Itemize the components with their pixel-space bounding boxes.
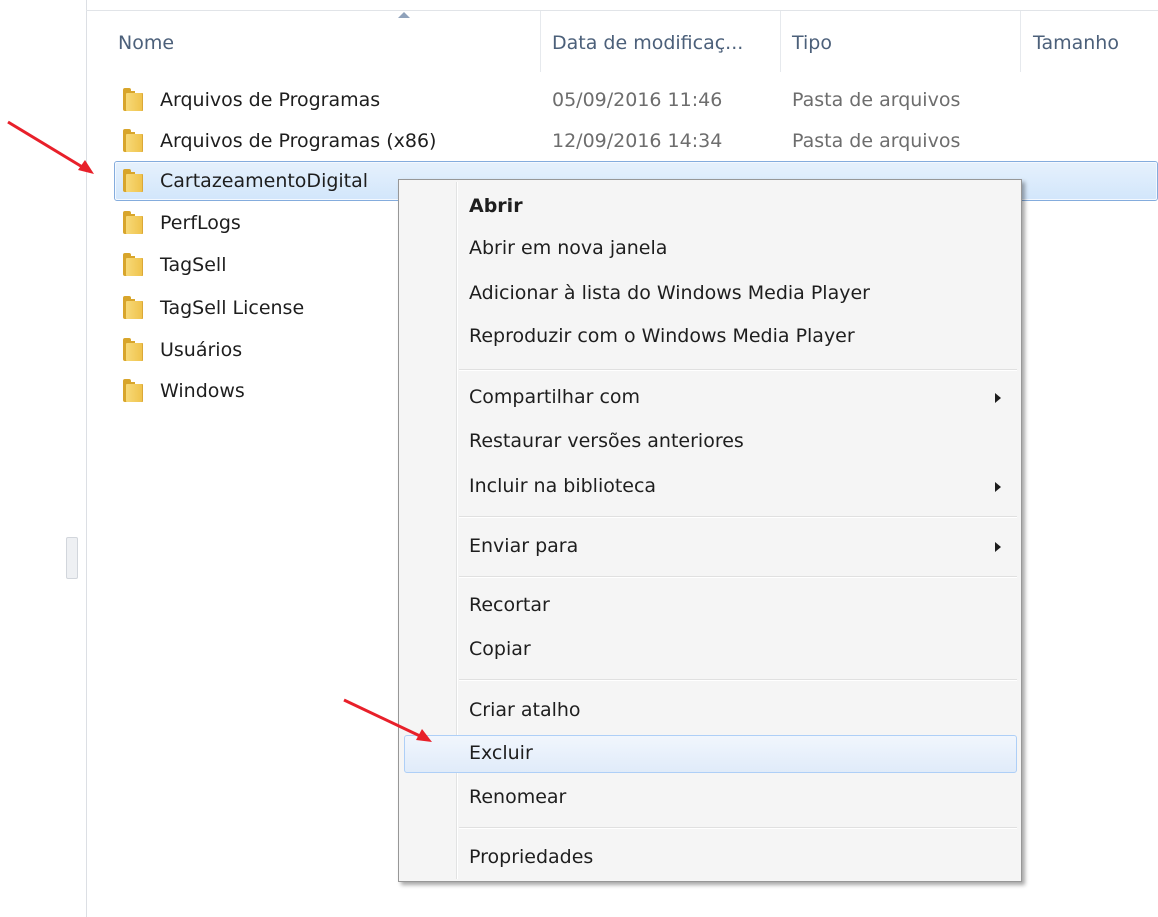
file-name: Usuários (160, 339, 243, 361)
menu-item-label: Abrir (469, 195, 523, 217)
menu-item-abrir-nova-janela[interactable]: Abrir em nova janela (401, 230, 1019, 268)
file-name: Windows (160, 380, 245, 402)
menu-item-copiar[interactable]: Copiar (401, 631, 1019, 669)
menu-item-enviar-para[interactable]: Enviar para (401, 528, 1019, 566)
menu-item-restaurar-versoes[interactable]: Restaurar versões anteriores (401, 423, 1019, 461)
file-date: 05/09/2016 11:46 (552, 89, 723, 111)
menu-item-renomear[interactable]: Renomear (401, 779, 1019, 817)
file-name: PerfLogs (160, 212, 241, 234)
menu-item-abrir[interactable]: Abrir (401, 188, 1019, 226)
menu-separator (459, 516, 1017, 518)
column-header-type[interactable]: Tipo (781, 10, 1021, 72)
file-name: Arquivos de Programas (x86) (160, 130, 437, 152)
menu-item-propriedades[interactable]: Propriedades (401, 839, 1019, 877)
menu-separator (459, 679, 1017, 681)
menu-item-excluir[interactable]: Excluir (401, 735, 1019, 773)
menu-item-recortar[interactable]: Recortar (401, 587, 1019, 625)
menu-item-incluir-biblioteca[interactable]: Incluir na biblioteca (401, 468, 1019, 506)
menu-item-label: Propriedades (469, 846, 594, 868)
menu-item-label: Enviar para (469, 535, 579, 557)
submenu-arrow-icon (995, 542, 1001, 552)
menu-separator (459, 576, 1017, 578)
folder-icon (123, 379, 143, 403)
file-row[interactable]: Arquivos de Programas (x86) 12/09/2016 1… (86, 121, 1158, 163)
column-header-date[interactable]: Data de modificaç... (541, 10, 781, 72)
menu-item-compartilhar[interactable]: Compartilhar com (401, 379, 1019, 417)
folder-icon (123, 88, 143, 112)
file-name: CartazeamentoDigital (160, 170, 369, 192)
file-row[interactable]: Arquivos de Programas 05/09/2016 11:46 P… (86, 80, 1158, 122)
folder-icon (123, 211, 143, 235)
folder-icon (123, 253, 143, 277)
file-type: Pasta de arquivos (792, 89, 961, 111)
menu-item-label: Copiar (469, 638, 531, 660)
context-menu: Abrir Abrir em nova janela Adicionar à l… (398, 179, 1022, 882)
submenu-arrow-icon (995, 393, 1001, 403)
file-name: Arquivos de Programas (160, 89, 381, 111)
menu-separator (459, 827, 1017, 829)
column-header-name[interactable]: Nome (86, 10, 550, 72)
menu-item-label: Abrir em nova janela (469, 237, 668, 259)
menu-item-label: Adicionar à lista do Windows Media Playe… (469, 282, 870, 304)
file-date: 12/09/2016 14:34 (552, 130, 723, 152)
folder-icon (123, 338, 143, 362)
column-header-size[interactable]: Tamanho (1021, 10, 1158, 72)
menu-item-label: Reproduzir com o Windows Media Player (469, 325, 855, 347)
submenu-arrow-icon (995, 482, 1001, 492)
folder-icon (123, 169, 143, 193)
menu-item-label: Renomear (469, 786, 567, 808)
menu-separator (459, 369, 1017, 371)
menu-item-label: Criar atalho (469, 699, 581, 721)
menu-item-label: Compartilhar com (469, 386, 641, 408)
menu-item-reproduzir-wmp[interactable]: Reproduzir com o Windows Media Player (401, 318, 1019, 356)
sort-ascending-icon (398, 12, 410, 18)
folder-icon (123, 129, 143, 153)
column-header-size-label: Tamanho (1033, 32, 1119, 54)
menu-item-adicionar-wmp[interactable]: Adicionar à lista do Windows Media Playe… (401, 275, 1019, 313)
menu-item-label: Restaurar versões anteriores (469, 430, 744, 452)
pane-splitter-handle[interactable] (66, 537, 78, 579)
file-name: TagSell (160, 254, 227, 276)
file-type: Pasta de arquivos (792, 130, 961, 152)
file-name: TagSell License (160, 297, 305, 319)
file-explorer-window: Nome Data de modificaç... Tipo Tamanho A… (0, 0, 1158, 917)
column-header-name-label: Nome (118, 32, 175, 54)
column-header-date-label: Data de modificaç... (552, 32, 744, 54)
menu-item-label: Incluir na biblioteca (469, 475, 657, 497)
menu-item-label: Excluir (469, 742, 533, 764)
column-header-type-label: Tipo (792, 32, 832, 54)
red-arrow-icon (343, 698, 432, 742)
menu-item-criar-atalho[interactable]: Criar atalho (401, 692, 1019, 730)
menu-item-label: Recortar (469, 594, 550, 616)
folder-icon (123, 296, 143, 320)
red-arrow-icon (7, 120, 94, 174)
